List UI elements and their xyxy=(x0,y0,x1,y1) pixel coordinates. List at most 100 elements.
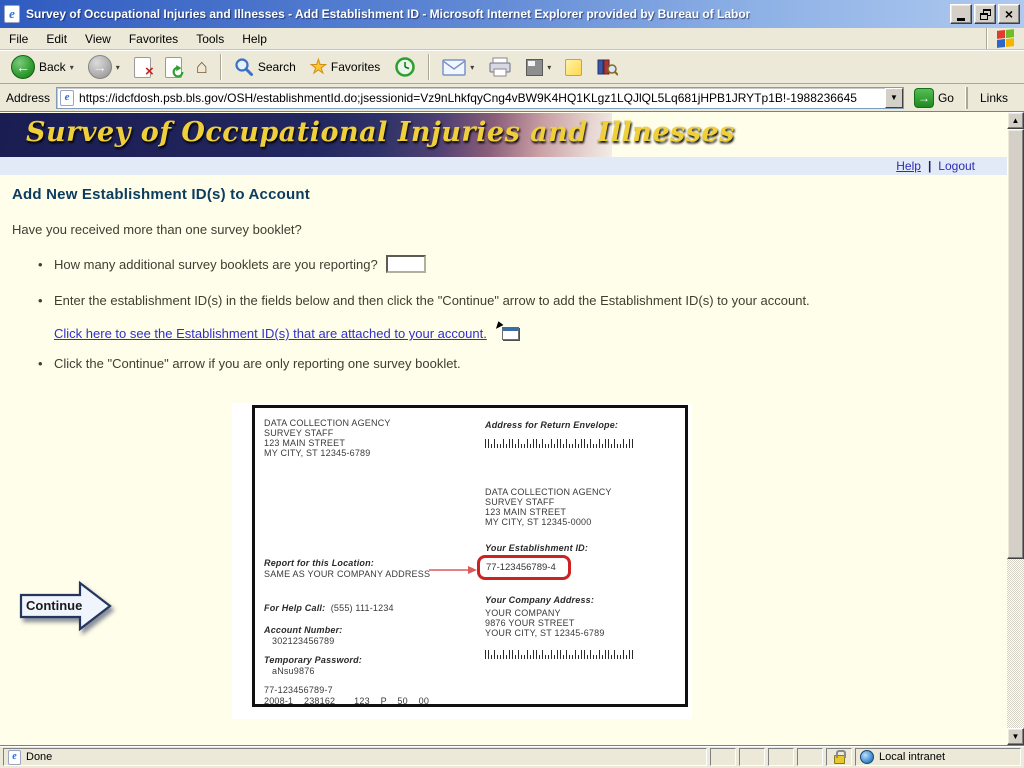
back-button[interactable]: ← Back ▾ xyxy=(5,52,80,82)
mail-button[interactable]: ▾ xyxy=(436,52,480,82)
windows-logo-icon xyxy=(986,28,1024,49)
status-panel-empty xyxy=(739,748,765,766)
banner-title: Survey of Occupational Injuries and Illn… xyxy=(26,117,735,148)
intro-question: Have you received more than one survey b… xyxy=(12,222,302,237)
go-button[interactable]: → Go xyxy=(910,86,958,110)
site-banner: Survey of Occupational Injuries and Illn… xyxy=(0,113,734,157)
restore-button[interactable] xyxy=(974,4,996,24)
close-button[interactable]: × xyxy=(998,4,1020,24)
toolbar-separator xyxy=(219,54,222,80)
forward-button[interactable]: → ▾ xyxy=(82,52,126,82)
ie-page-icon: e xyxy=(8,749,21,765)
standard-toolbar: ← Back ▾ → ▾ × ⌂ Search ★ Favorites ▾ ▾ xyxy=(0,50,1024,84)
page-icon: e xyxy=(60,89,75,106)
home-button[interactable]: ⌂ xyxy=(190,52,214,82)
menu-help[interactable]: Help xyxy=(233,29,276,49)
company-address-label: Your Company Address: xyxy=(485,595,595,605)
establishment-ids-link-row: Click here to see the Establishment ID(s… xyxy=(54,321,519,341)
company-address-block: YOUR COMPANY 9876 YOUR STREET YOUR CITY,… xyxy=(485,608,605,638)
menu-bar: File Edit View Favorites Tools Help xyxy=(0,28,1024,50)
title-bar: e Survey of Occupational Injuries and Il… xyxy=(0,0,1024,28)
vertical-scrollbar[interactable]: ▲ ▼ xyxy=(1007,112,1024,745)
postnet-barcode xyxy=(485,438,635,448)
continue-button[interactable]: Continue xyxy=(18,579,118,637)
menu-file[interactable]: File xyxy=(0,29,37,49)
utility-nav: Help | Logout xyxy=(0,157,1007,175)
nav-divider: | xyxy=(927,159,932,173)
globe-icon xyxy=(860,750,874,764)
scroll-up-button[interactable]: ▲ xyxy=(1007,112,1024,129)
security-panel xyxy=(826,748,852,766)
bullet-enter-ids-text: Enter the establishment ID(s) in the fie… xyxy=(54,293,810,308)
account-number-label: Account Number: xyxy=(264,625,343,635)
status-panel-empty xyxy=(710,748,736,766)
bullet-one-booklet: • Click the "Continue" arrow if you are … xyxy=(38,356,461,371)
address-input[interactable]: e https://idcfdosh.psb.bls.gov/OSH/estab… xyxy=(56,86,904,109)
scroll-down-button[interactable]: ▼ xyxy=(1007,728,1024,745)
report-location-label: Report for this Location: xyxy=(264,558,374,568)
logout-link[interactable]: Logout xyxy=(938,159,975,173)
address-bar: Address e https://idcfdosh.psb.bls.gov/O… xyxy=(0,84,1024,112)
establishment-id-label: Your Establishment ID: xyxy=(485,543,589,553)
address-dropdown-button[interactable]: ▼ xyxy=(884,87,903,108)
toolbar-separator xyxy=(428,54,431,80)
research-books-icon xyxy=(597,59,619,76)
favorites-label: Favorites xyxy=(330,60,381,74)
messenger-button[interactable] xyxy=(559,52,588,82)
view-establishment-ids-link[interactable]: Click here to see the Establishment ID(s… xyxy=(54,326,487,341)
stop-button[interactable]: × xyxy=(128,52,157,82)
status-panel: e Done xyxy=(3,748,707,766)
print-icon xyxy=(489,57,511,77)
sample-booklet-border: DATA COLLECTION AGENCY SURVEY STAFF 123 … xyxy=(252,405,688,707)
history-icon xyxy=(395,57,415,77)
forward-icon: → xyxy=(87,55,112,79)
recipient-address-block: DATA COLLECTION AGENCY SURVEY STAFF 123 … xyxy=(485,487,612,527)
bullet-booklet-count: • How many additional survey booklets ar… xyxy=(38,255,426,273)
research-button[interactable] xyxy=(590,52,624,82)
mail-dropdown-icon[interactable]: ▾ xyxy=(470,63,474,72)
menu-tools[interactable]: Tools xyxy=(187,29,233,49)
bullet-icon: • xyxy=(38,256,43,272)
bullet-enter-ids: • Enter the establishment ID(s) in the f… xyxy=(38,293,810,308)
refresh-button[interactable] xyxy=(159,52,188,82)
edit-button[interactable]: ▾ xyxy=(520,52,557,82)
continue-label: Continue xyxy=(26,598,82,613)
go-label: Go xyxy=(937,90,954,105)
refresh-icon xyxy=(164,56,184,78)
zone-panel: Local intranet xyxy=(855,748,1021,766)
mail-icon xyxy=(442,58,466,76)
status-panel-empty xyxy=(768,748,794,766)
menu-view[interactable]: View xyxy=(76,29,120,49)
back-label: Back xyxy=(39,60,66,74)
bullet-icon: • xyxy=(38,356,43,371)
minimize-button[interactable] xyxy=(950,4,972,24)
back-icon: ← xyxy=(11,55,35,79)
search-label: Search xyxy=(257,60,296,74)
footer-id: 77-123456789-7 xyxy=(264,685,333,695)
footer-codes: 2008-1 238162 123 P 50 00 xyxy=(264,696,430,706)
help-link[interactable]: Help xyxy=(896,159,921,173)
search-button[interactable]: Search xyxy=(228,52,302,82)
history-button[interactable] xyxy=(388,52,422,82)
edit-icon xyxy=(526,58,544,76)
menu-edit[interactable]: Edit xyxy=(37,29,76,49)
stop-icon: × xyxy=(133,56,154,79)
edit-dropdown-icon[interactable]: ▾ xyxy=(547,63,551,72)
temp-password-value: aNsu9876 xyxy=(272,666,315,676)
bullet-booklet-count-text: How many additional survey booklets are … xyxy=(54,256,378,272)
links-toolbar[interactable]: Links xyxy=(965,86,1018,109)
address-url: https://idcfdosh.psb.bls.gov/OSH/establi… xyxy=(79,90,857,105)
window-title: Survey of Occupational Injuries and Illn… xyxy=(26,7,751,21)
scrollbar-thumb[interactable] xyxy=(1007,129,1024,559)
search-icon xyxy=(235,58,253,76)
menu-favorites[interactable]: Favorites xyxy=(120,29,187,49)
establishment-id-value: 77-123456789-4 xyxy=(486,562,556,573)
sample-booklet-image: DATA COLLECTION AGENCY SURVEY STAFF 123 … xyxy=(232,403,692,719)
print-button[interactable] xyxy=(482,52,518,82)
ie-logo-icon: e xyxy=(4,5,20,23)
back-dropdown-icon[interactable]: ▾ xyxy=(70,63,74,72)
booklets-count-input[interactable] xyxy=(385,255,426,273)
status-bar: e Done Local intranet xyxy=(0,745,1024,768)
favorites-button[interactable]: ★ Favorites xyxy=(304,52,386,82)
forward-dropdown-icon[interactable]: ▾ xyxy=(116,63,120,72)
